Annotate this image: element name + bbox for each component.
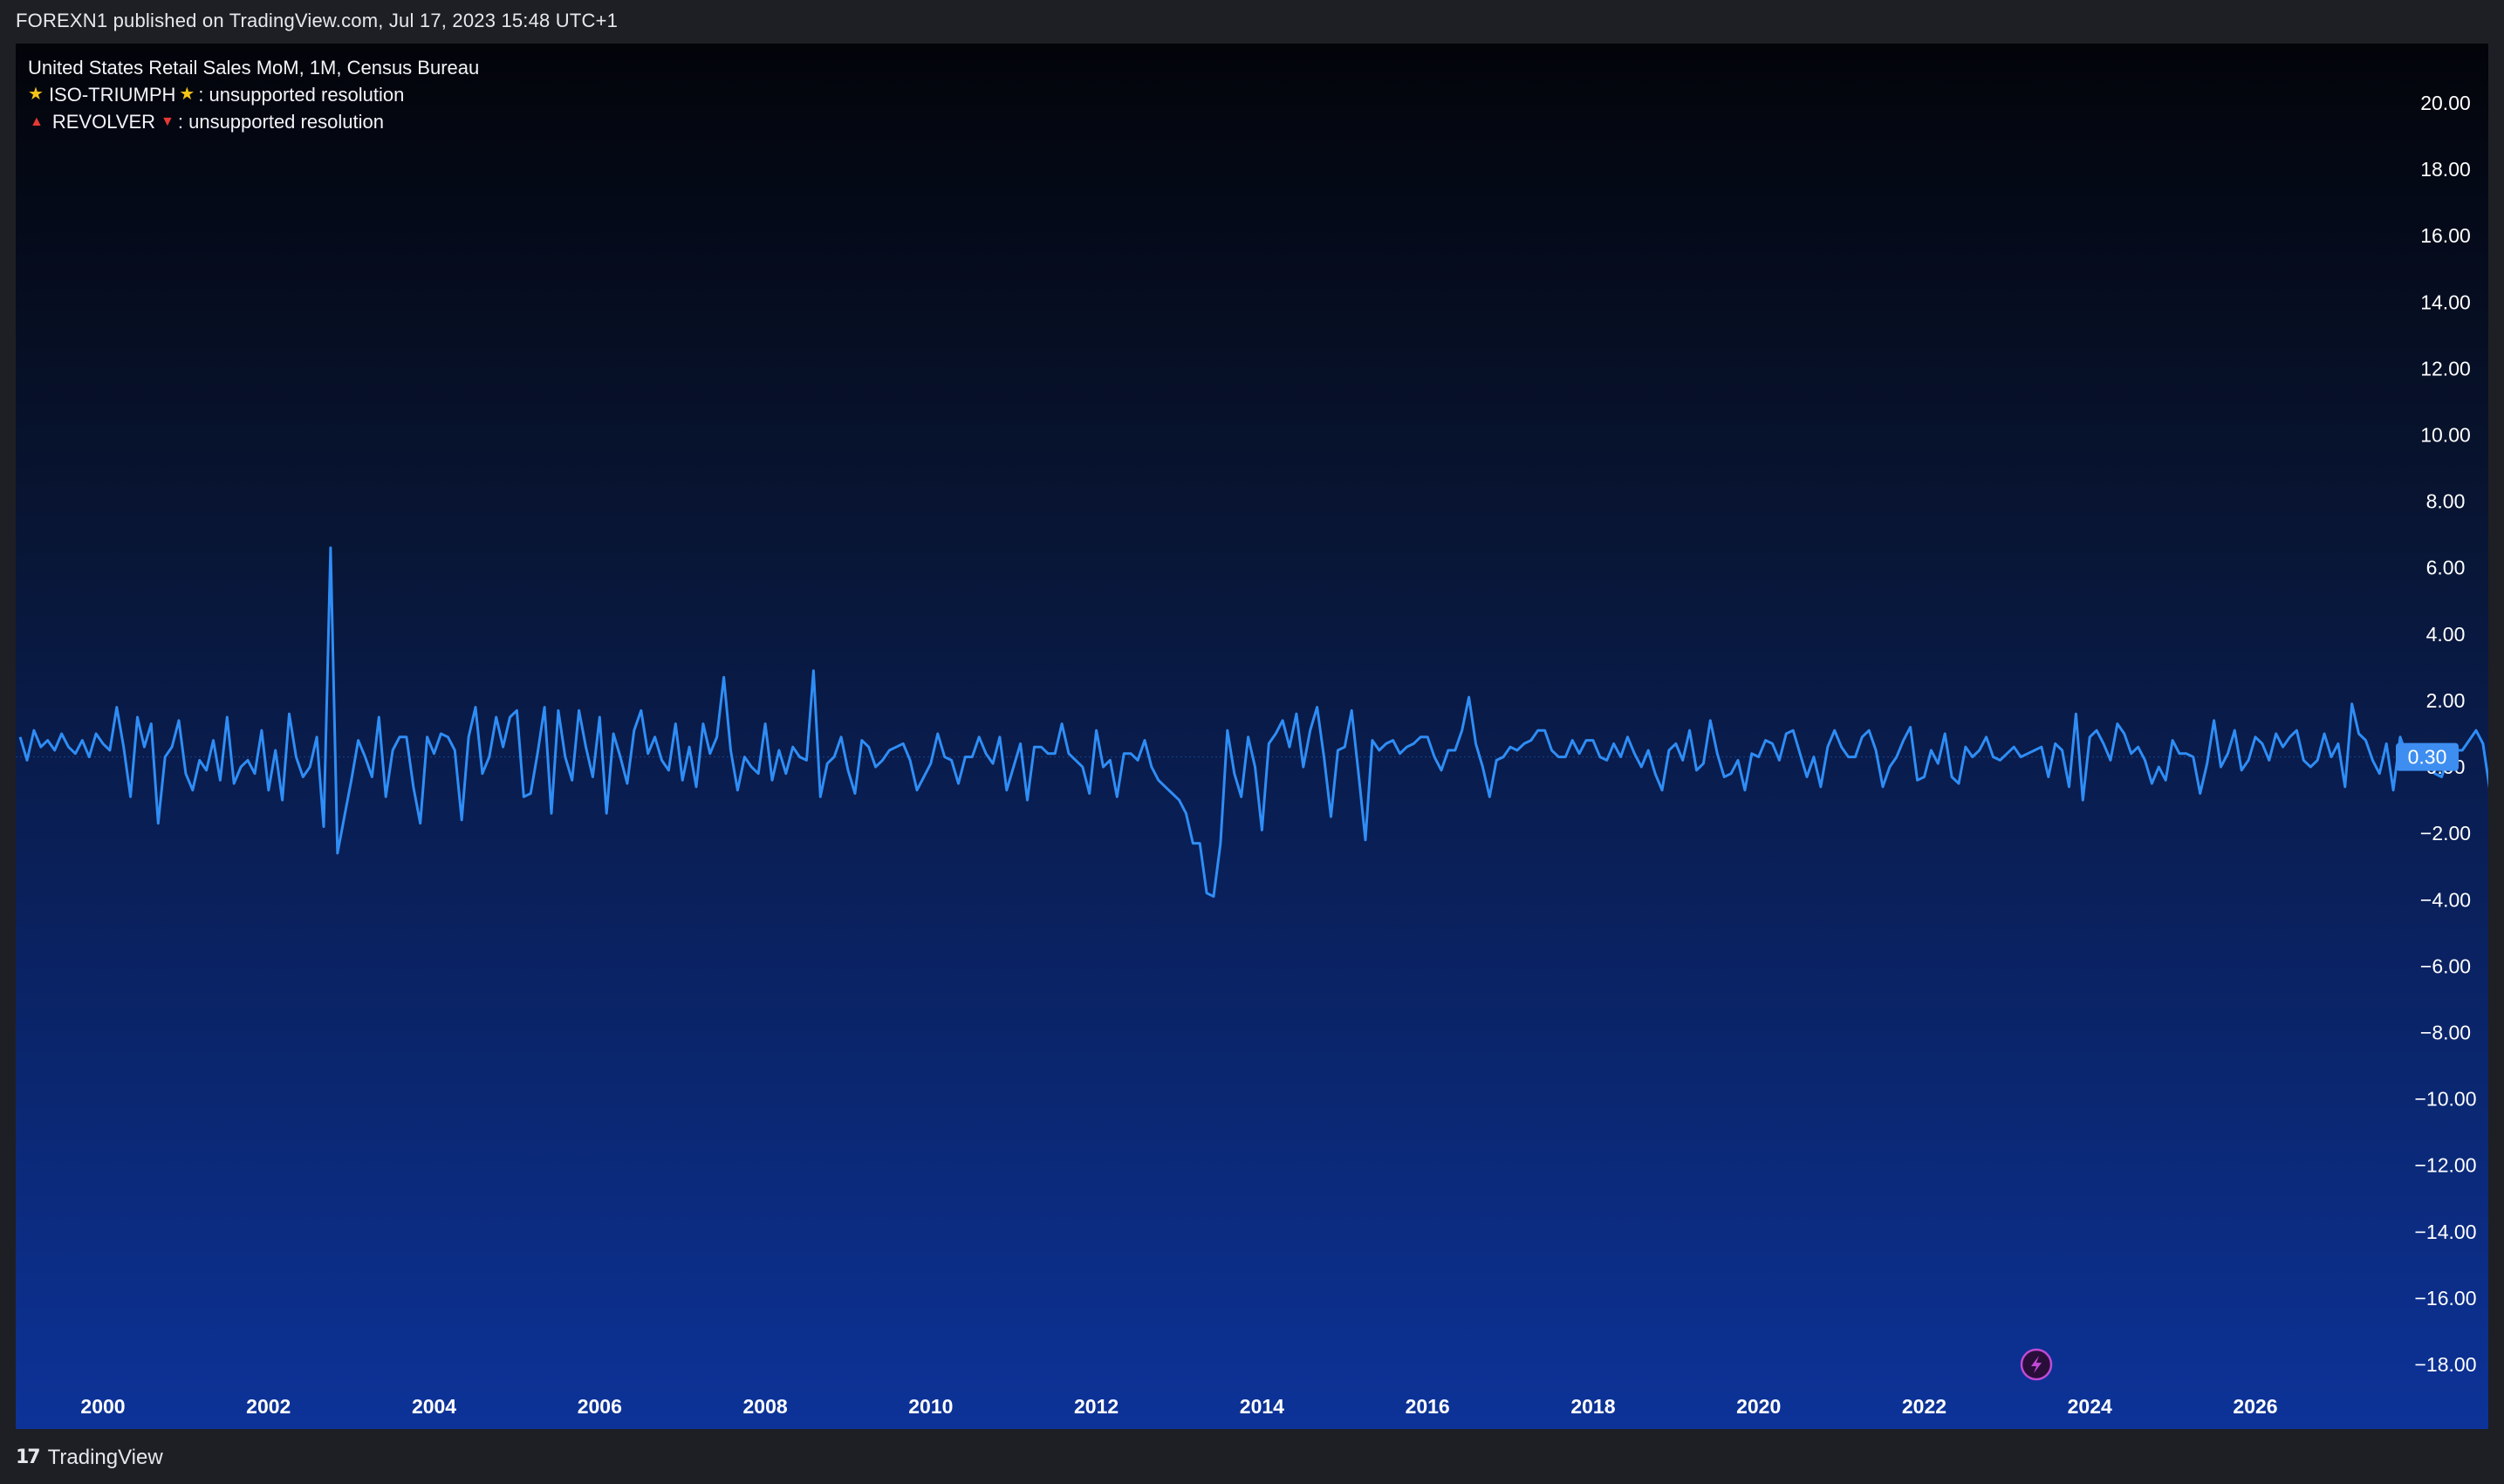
star-icon: ★ <box>179 85 195 104</box>
y-tick-label: −8.00 <box>2420 1021 2471 1043</box>
y-tick-label: 10.00 <box>2420 424 2471 447</box>
x-tick-label: 2012 <box>1074 1395 1119 1418</box>
x-tick-label: 2010 <box>908 1395 953 1418</box>
y-tick-label: 14.00 <box>2420 291 2471 313</box>
x-tick-label: 2016 <box>1406 1395 1450 1418</box>
footer: 17 TradingView <box>0 1431 2504 1484</box>
x-tick-label: 2002 <box>246 1395 291 1418</box>
x-tick-label: 2000 <box>80 1395 125 1418</box>
legend-series-title-row[interactable]: United States Retail Sales MoM, 1M, Cens… <box>28 54 479 81</box>
indicator-status: : unsupported resolution <box>177 111 384 133</box>
x-tick-label: 2026 <box>2233 1395 2277 1418</box>
tradingview-logo[interactable]: 17 TradingView <box>16 1446 163 1470</box>
lightning-icon[interactable] <box>2020 1348 2053 1381</box>
y-axis: 20.00 18.00 16.00 14.00 12.00 10.00 8.00 6.00 4.… <box>2415 92 2477 1376</box>
y-tick-label: 2.00 <box>2426 689 2466 712</box>
chart-canvas[interactable]: 20.00 18.00 16.00 14.00 12.00 10.00 8.00 6.00 4.… <box>16 44 2488 1429</box>
legend-indicator-iso-triumph[interactable]: ★ ISO-TRIUMPH ★ : unsupported resolution <box>28 81 479 108</box>
last-value-label: 0.30 <box>2408 746 2447 769</box>
x-axis: 2000 2002 2004 2006 2008 2010 2012 2014 2016 2018… <box>80 1395 2277 1418</box>
indicator-status: : unsupported resolution <box>198 84 405 106</box>
legend-indicator-revolver[interactable]: ▲ REVOLVER ▼ : unsupported resolution <box>28 108 479 135</box>
y-tick-label: 12.00 <box>2420 357 2471 380</box>
y-tick-label: −10.00 <box>2415 1088 2477 1111</box>
indicator-name: ISO-TRIUMPH <box>48 84 176 106</box>
y-tick-label: 18.00 <box>2420 158 2471 181</box>
x-tick-label: 2024 <box>2068 1395 2112 1418</box>
series-group <box>16 546 2488 898</box>
chart-area[interactable]: 20.00 18.00 16.00 14.00 12.00 10.00 8.00 6.00 4.… <box>16 44 2488 1429</box>
x-tick-label: 2006 <box>578 1395 622 1418</box>
x-tick-label: 2022 <box>1902 1395 1946 1418</box>
y-tick-label: 4.00 <box>2426 623 2466 646</box>
x-tick-label: 2020 <box>1736 1395 1781 1418</box>
y-tick-label: −4.00 <box>2420 888 2471 911</box>
y-tick-label: −2.00 <box>2420 822 2471 845</box>
x-tick-label: 2008 <box>742 1395 787 1418</box>
chart-legend: United States Retail Sales MoM, 1M, Cens… <box>28 54 479 135</box>
x-tick-label: 2004 <box>412 1395 456 1418</box>
y-tick-label: 6.00 <box>2426 557 2466 579</box>
x-tick-label: 2014 <box>1240 1395 1284 1418</box>
publish-bar: FOREXN1 published on TradingView.com, Ju… <box>0 0 2504 42</box>
indicator-name: REVOLVER <box>51 111 156 133</box>
publish-info: FOREXN1 published on TradingView.com, Ju… <box>16 10 619 31</box>
y-tick-label: 16.00 <box>2420 224 2471 247</box>
y-tick-label: −18.00 <box>2415 1353 2477 1376</box>
last-value-badge-group: 0.30 <box>2396 742 2459 771</box>
y-tick-label: −6.00 <box>2420 954 2471 977</box>
x-tick-label: 2018 <box>1570 1395 1615 1418</box>
y-tick-label: −14.00 <box>2415 1221 2477 1243</box>
triangle-up-icon: ▲ <box>30 114 44 129</box>
tradingview-logo-icon: 17 <box>16 1446 41 1468</box>
triangle-down-icon: ▼ <box>161 114 174 129</box>
brand-name: TradingView <box>47 1445 163 1469</box>
y-tick-label: 8.00 <box>2426 490 2466 513</box>
y-tick-label: −16.00 <box>2415 1287 2477 1310</box>
series-line <box>18 546 2488 898</box>
y-tick-label: −12.00 <box>2415 1154 2477 1177</box>
star-icon: ★ <box>28 85 44 104</box>
legend-series-title: United States Retail Sales MoM, 1M, Cens… <box>28 57 480 79</box>
y-tick-label: 20.00 <box>2420 92 2471 114</box>
